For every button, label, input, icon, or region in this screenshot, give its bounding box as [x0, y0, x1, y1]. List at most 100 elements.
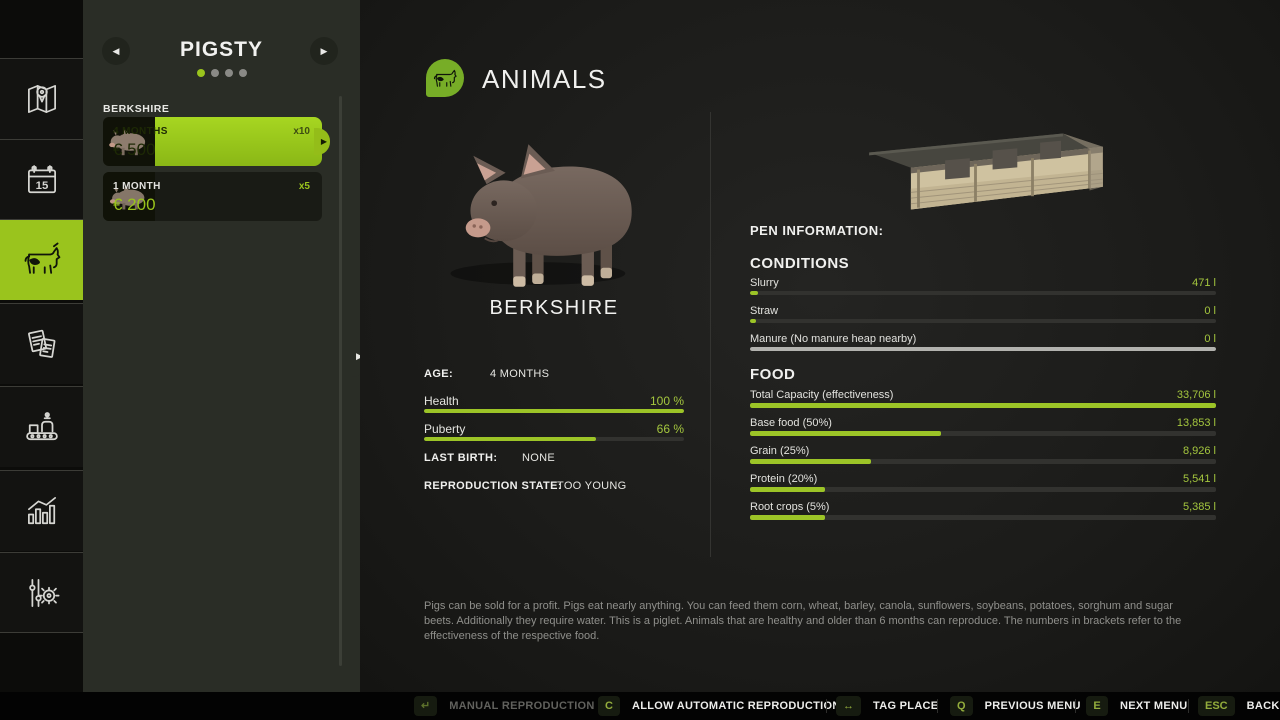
sidebar-item-calendar[interactable]: 15 — [0, 139, 83, 220]
conditions-title: CONDITIONS — [750, 255, 849, 272]
sidebar-item-production[interactable] — [0, 386, 83, 467]
panel-scrollbar[interactable] — [339, 96, 342, 666]
reproduction-state-value: TOO YOUNG — [557, 480, 627, 492]
animal-count: x5 — [299, 181, 310, 192]
last-birth-label: LAST BIRTH: — [424, 452, 497, 464]
condition-bar — [750, 291, 1216, 295]
food-value: 8,926 l — [1016, 445, 1216, 457]
pen-information-title: PEN INFORMATION: — [750, 223, 883, 238]
action-label: NEXT MENU — [1120, 700, 1187, 712]
condition-bar — [750, 319, 1216, 323]
food-bar-fill — [750, 403, 1216, 408]
puberty-label: Puberty — [424, 422, 465, 436]
page-dot — [225, 69, 233, 77]
animals-header-icon-badge — [426, 59, 464, 97]
condition-bar-fill-disabled — [750, 347, 1216, 351]
condition-value: 0 l — [1016, 305, 1216, 317]
back-action[interactable]: ESC BACK — [1198, 692, 1280, 720]
food-bar-fill — [750, 431, 941, 436]
svg-text:15: 15 — [35, 180, 48, 192]
food-title: FOOD — [750, 366, 795, 383]
manual-reproduction-action[interactable]: ↵ MANUAL REPRODUCTION — [414, 692, 595, 720]
e-keycap: E — [1086, 696, 1108, 716]
action-label: TAG PLACE — [873, 700, 938, 712]
enter-key-icon: ↵ — [414, 696, 437, 716]
sidebar-item-map[interactable] — [0, 58, 83, 139]
food-bar — [750, 459, 1216, 464]
separator — [937, 699, 938, 713]
calendar-icon: 15 — [21, 159, 63, 201]
cow-icon — [431, 64, 459, 92]
c-keycap: C — [598, 696, 620, 716]
selected-arrow-icon: ▶ — [321, 137, 327, 146]
food-bar — [750, 515, 1216, 520]
statistics-icon — [21, 490, 63, 532]
food-bar — [750, 403, 1216, 408]
separator — [1075, 699, 1076, 713]
animal-list-panel: ◀ ▶ PIGSTY BERKSHIRE 4 MONTHS x — [83, 0, 360, 692]
animal-item-body — [155, 117, 322, 166]
sidebar-item-settings[interactable] — [0, 552, 83, 633]
page-dots — [83, 69, 360, 77]
game-screen: 15 — [0, 0, 1280, 720]
food-bar-fill — [750, 515, 825, 520]
sidebar: 15 — [0, 0, 83, 720]
food-value: 13,853 l — [1016, 417, 1216, 429]
food-label: Grain (25%) — [750, 445, 809, 457]
tag-place-action[interactable]: ↔ TAG PLACE — [836, 692, 938, 720]
food-value: 5,541 l — [1016, 473, 1216, 485]
animal-list-item[interactable]: 1 MONTH x5 € 200 — [103, 172, 322, 221]
sidebar-item-animals[interactable] — [0, 219, 83, 300]
food-label: Total Capacity (effectiveness) — [750, 389, 893, 401]
food-value: 5,385 l — [1016, 501, 1216, 513]
page-dot — [211, 69, 219, 77]
food-bar — [750, 487, 1216, 492]
animal-age: 1 MONTH — [113, 181, 161, 192]
health-bar-fill — [424, 409, 684, 413]
food-bar — [750, 431, 1216, 436]
next-menu-action[interactable]: E NEXT MENU — [1086, 692, 1187, 720]
last-birth-value: NONE — [522, 452, 555, 464]
animal-price: € 200 — [113, 195, 156, 215]
page-title: ANIMALS — [482, 64, 607, 95]
sidebar-item-contracts[interactable] — [0, 303, 83, 384]
puberty-value: 66 % — [584, 422, 684, 436]
condition-label: Manure (No manure heap nearby) — [750, 333, 916, 345]
condition-label: Slurry — [750, 277, 779, 289]
health-label: Health — [424, 394, 459, 408]
animal-list-item-selected[interactable]: 4 MONTHS x10 € 500 ▶ — [103, 117, 322, 166]
page-dot — [239, 69, 247, 77]
food-label: Protein (20%) — [750, 473, 817, 485]
food-bar-fill — [750, 487, 825, 492]
bottom-action-bar: ↵ MANUAL REPRODUCTION C ALLOW AUTOMATIC … — [0, 692, 1280, 720]
condition-label: Straw — [750, 305, 778, 317]
animal-description-text: Pigs can be sold for a profit. Pigs eat … — [424, 599, 1186, 645]
animal-price: € 500 — [113, 140, 156, 160]
sidebar-item-statistics[interactable] — [0, 470, 83, 551]
condition-bar — [750, 347, 1216, 351]
action-label: ALLOW AUTOMATIC REPRODUCTION — [632, 700, 841, 712]
food-bar-fill — [750, 459, 871, 464]
health-value: 100 % — [584, 394, 684, 408]
pen-building-image — [860, 124, 1110, 219]
animal-count: x10 — [293, 126, 310, 137]
condition-value: 0 l — [1016, 333, 1216, 345]
separator — [826, 699, 827, 713]
production-icon — [21, 406, 63, 448]
action-label: BACK — [1247, 700, 1280, 712]
animal-age: 4 MONTHS — [113, 126, 168, 137]
action-label: PREVIOUS MENU — [985, 700, 1081, 712]
food-value: 33,706 l — [1016, 389, 1216, 401]
q-keycap: Q — [950, 696, 973, 716]
animal-preview-image — [430, 112, 680, 302]
condition-bar-fill — [750, 291, 758, 295]
allow-automatic-reproduction-action[interactable]: C ALLOW AUTOMATIC REPRODUCTION — [598, 692, 841, 720]
age-label: AGE: — [424, 368, 453, 380]
separator — [1188, 699, 1189, 713]
action-label: MANUAL REPRODUCTION — [449, 700, 594, 712]
previous-menu-action[interactable]: Q PREVIOUS MENU — [950, 692, 1081, 720]
puberty-bar-fill — [424, 437, 596, 441]
map-icon — [21, 78, 63, 120]
settings-icon — [21, 572, 63, 614]
age-value: 4 MONTHS — [490, 368, 549, 380]
